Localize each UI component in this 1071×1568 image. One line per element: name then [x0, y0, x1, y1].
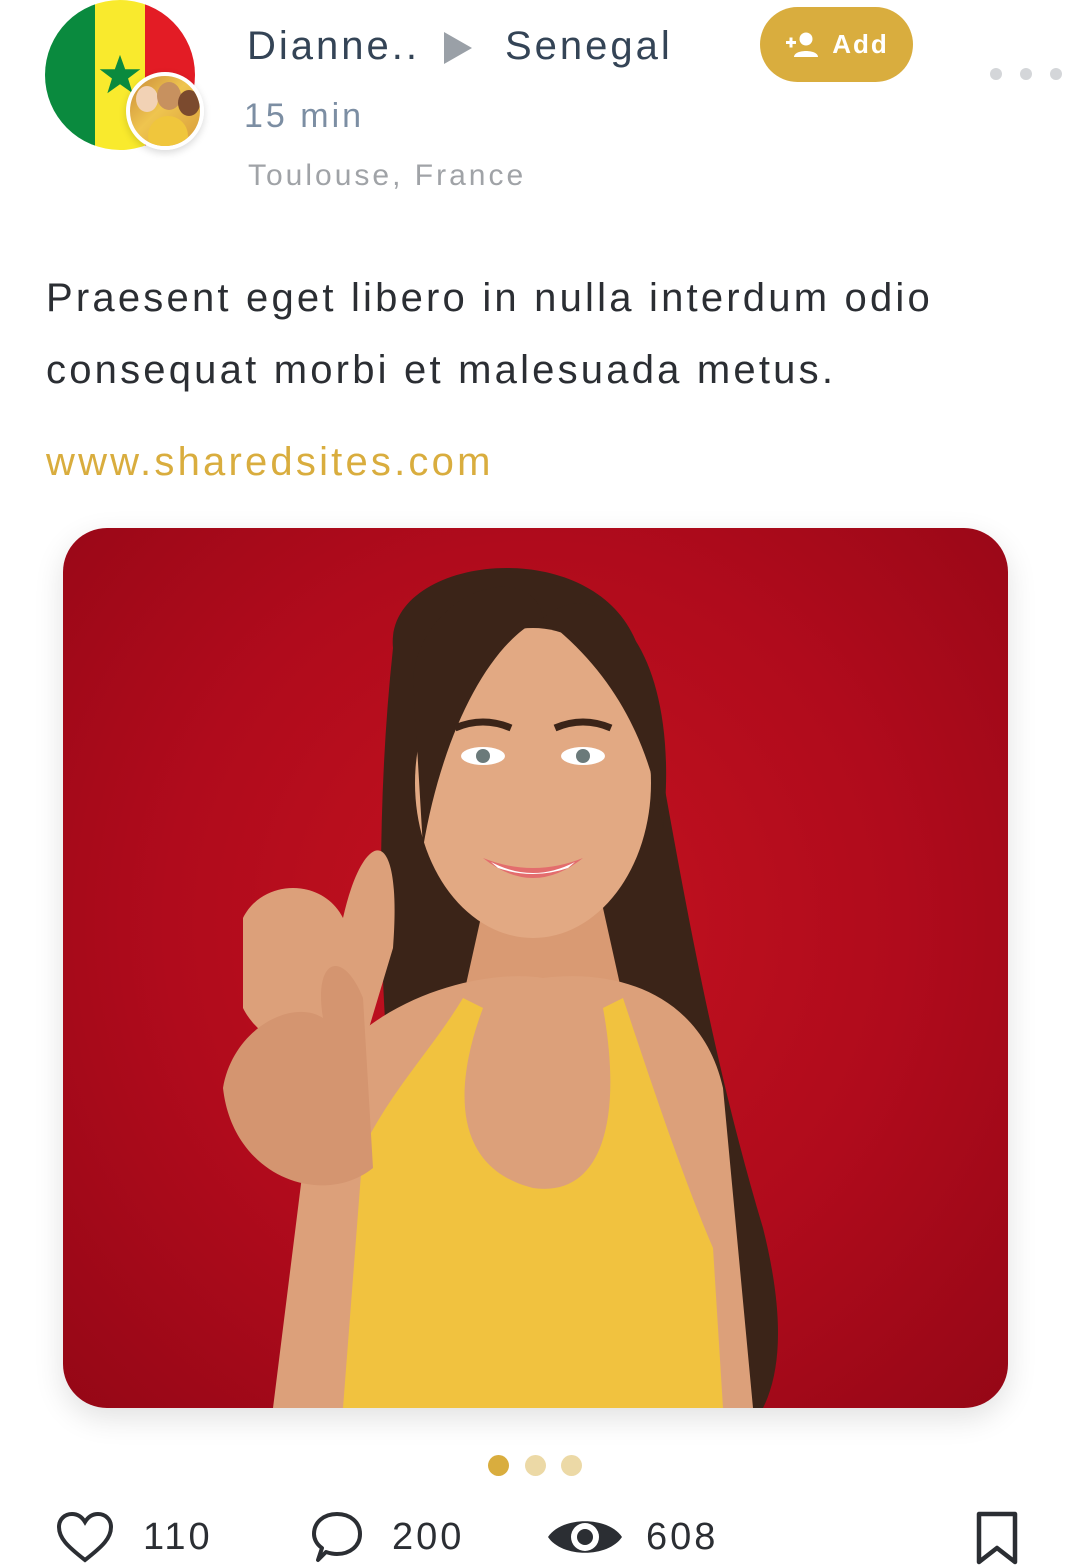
post-caption: Praesent eget libero in nulla interdum o… [46, 276, 933, 392]
more-options-icon[interactable] [990, 62, 1062, 86]
portrait-illustration [223, 568, 778, 1408]
like-count: 110 [143, 1515, 213, 1558]
add-button-label: Add [832, 29, 889, 59]
user-avatar-thumbnail [126, 72, 204, 150]
author-country[interactable]: Senegal [505, 24, 673, 69]
author-name[interactable]: Dianne.. [247, 24, 420, 69]
post-photo[interactable] [63, 528, 1008, 1408]
comment-count: 200 [392, 1515, 465, 1558]
post-time: 15 min [244, 97, 365, 135]
views-indicator: 608 [546, 1510, 718, 1564]
views-count: 608 [646, 1515, 719, 1558]
eye-icon [548, 1521, 622, 1553]
bookmark-icon [976, 1511, 1018, 1565]
add-friend-button[interactable]: Add [760, 7, 913, 82]
heart-icon [56, 1511, 114, 1563]
carousel-dot[interactable] [488, 1454, 509, 1476]
avatar[interactable] [45, 0, 205, 152]
comment-bubble-icon [312, 1512, 362, 1562]
post-link[interactable]: www.sharedsites.com [46, 440, 494, 485]
like-button[interactable]: 110 [55, 1510, 213, 1564]
comment-button[interactable]: 200 [310, 1510, 464, 1564]
carousel-dot[interactable] [524, 1454, 546, 1476]
add-person-icon [786, 32, 819, 57]
arrow-right-icon [444, 32, 472, 64]
carousel-indicator [488, 1454, 582, 1476]
carousel-dot[interactable] [561, 1454, 582, 1476]
post-card: Dianne.. Senegal 15 min Toulouse, France… [0, 0, 1071, 1568]
bookmark-button[interactable] [975, 1510, 1019, 1566]
post-location: Toulouse, France [248, 159, 527, 192]
